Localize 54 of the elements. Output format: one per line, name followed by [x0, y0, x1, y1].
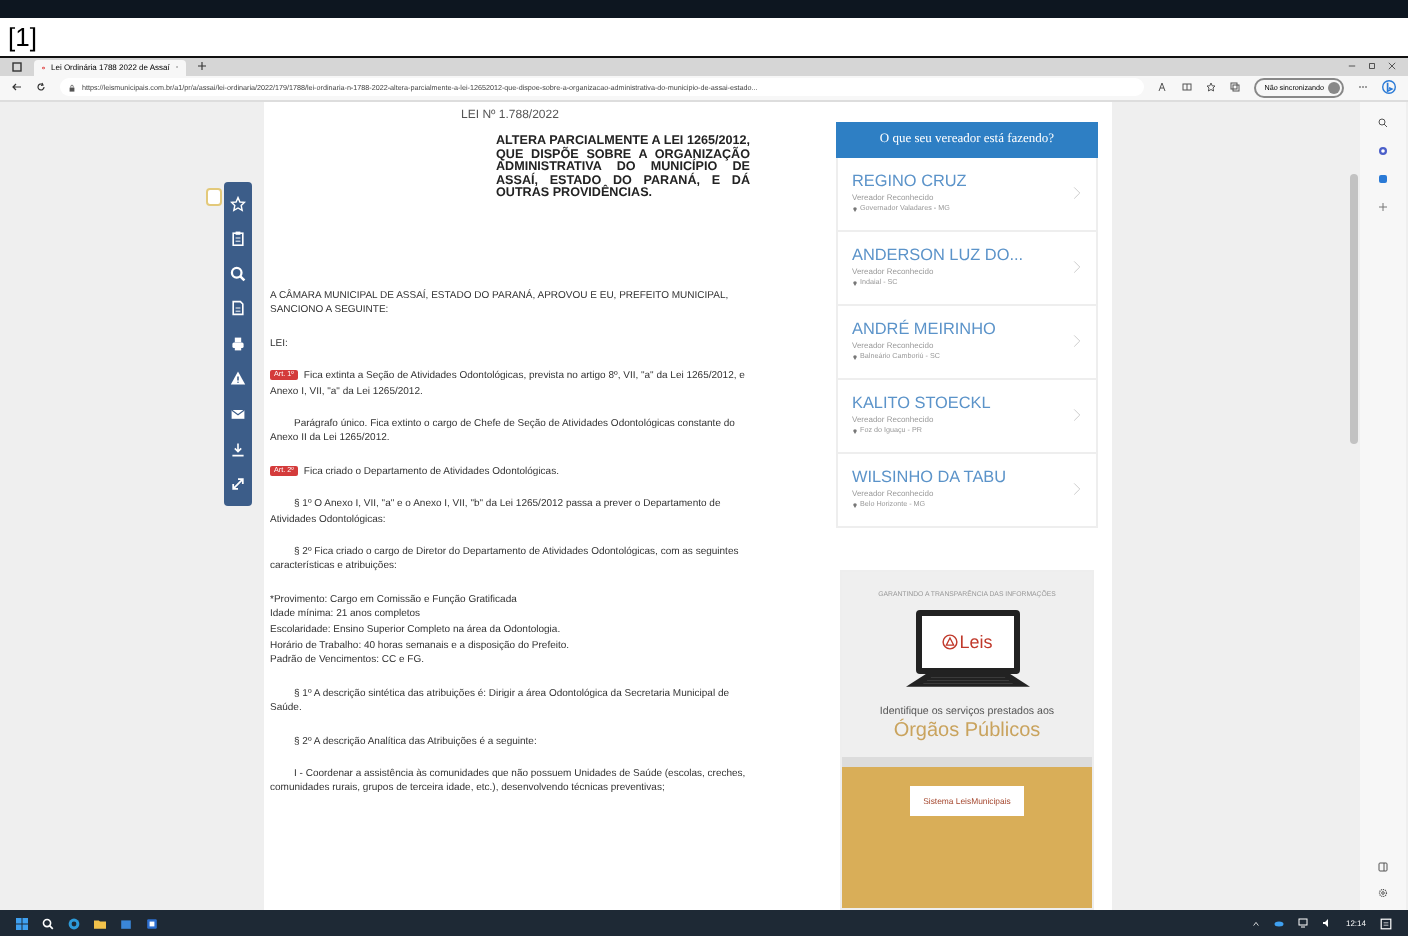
star-icon[interactable]: [230, 195, 246, 212]
figure-label: [1]: [8, 22, 37, 52]
search-icon[interactable]: [1378, 117, 1388, 128]
volume-icon[interactable]: [1321, 918, 1332, 929]
logo-text: Leis: [959, 631, 993, 652]
councillor-name: ANDRÉ MEIRINHO: [852, 320, 998, 339]
location-pin-icon: [852, 280, 858, 287]
browser-app-icon[interactable]: [68, 917, 80, 930]
laptop-keyboard-drawing: [905, 673, 1029, 690]
ad-highlight: Órgãos Públicos: [893, 719, 1041, 742]
collections-icon[interactable]: [1230, 82, 1241, 93]
sidebar-toggle-icon[interactable]: [1378, 862, 1388, 873]
chevron-right-icon: [1070, 478, 1084, 501]
download-icon[interactable]: [230, 441, 246, 458]
councillor-name: WILSINHO DA TABU: [852, 468, 1009, 487]
network-icon[interactable]: [1297, 918, 1308, 929]
circle-icon[interactable]: [1378, 145, 1388, 156]
split-screen-icon[interactable]: [1182, 82, 1193, 93]
folder-icon[interactable]: [94, 917, 106, 930]
print-icon[interactable]: [230, 335, 246, 352]
address-bar[interactable]: [60, 78, 1145, 97]
maximize-icon[interactable]: [1368, 62, 1376, 71]
location-pin-icon: [852, 354, 858, 361]
chevron-right-icon: [1070, 330, 1084, 353]
back-icon[interactable]: [12, 82, 22, 93]
refresh-icon[interactable]: [36, 82, 46, 93]
chevron-right-icon: [1070, 256, 1084, 279]
mail-icon[interactable]: [230, 406, 246, 422]
chevron-right-icon: [1070, 404, 1084, 427]
clipboard-icon[interactable]: [230, 230, 246, 247]
warning-icon[interactable]: [230, 370, 246, 387]
app-icon[interactable]: [146, 917, 158, 930]
councillor-name: ANDERSON LUZ DO...: [852, 246, 1026, 265]
new-tab-icon[interactable]: [198, 62, 206, 71]
logo-icon: [941, 633, 958, 650]
windows-start-icon[interactable]: [16, 917, 28, 930]
councillor-name: KALITO STOECKL: [852, 394, 993, 413]
settings-icon[interactable]: [1378, 888, 1388, 899]
tab-actions-icon[interactable]: [12, 61, 22, 72]
location-pin-icon: [852, 502, 858, 509]
chevron-right-icon: [1070, 182, 1084, 205]
bing-icon[interactable]: [1382, 80, 1396, 95]
close-icon[interactable]: [1388, 62, 1396, 71]
avatar-icon: [1328, 81, 1340, 94]
notifications-icon[interactable]: [1380, 917, 1392, 930]
councillor-name: REGINO CRUZ: [852, 172, 969, 191]
read-aloud-icon[interactable]: [1158, 82, 1169, 93]
location-pin-icon: [852, 428, 858, 435]
favorites-star-icon[interactable]: [1206, 82, 1217, 93]
scrollbar-thumb[interactable]: [1350, 173, 1358, 444]
location-pin-icon: [852, 206, 858, 213]
lock-icon: [68, 83, 76, 92]
add-icon[interactable]: [1378, 201, 1388, 212]
expand-icon[interactable]: [230, 476, 246, 493]
